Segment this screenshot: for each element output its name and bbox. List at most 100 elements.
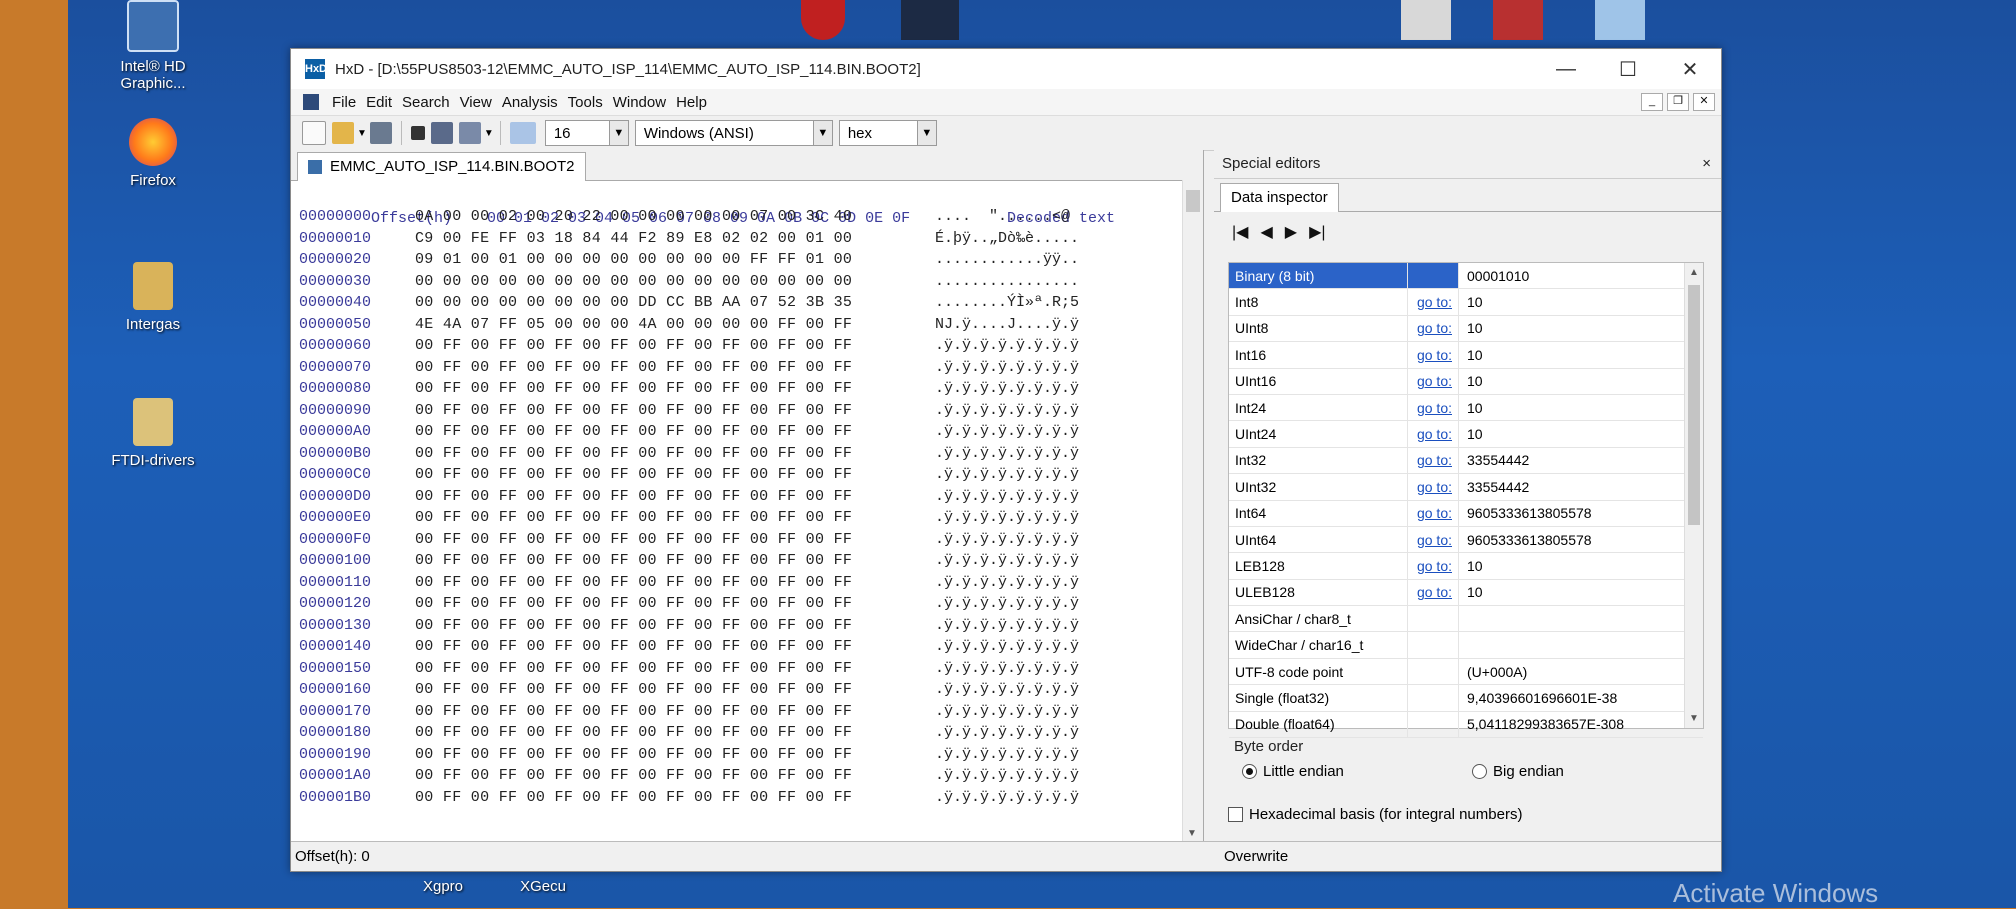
row-hex-bytes[interactable]: 00 FF 00 FF 00 FF 00 FF 00 FF 00 FF 00 F… bbox=[409, 701, 923, 723]
row-decoded-text[interactable]: .ÿ.ÿ.ÿ.ÿ.ÿ.ÿ.ÿ.ÿ bbox=[923, 357, 1079, 379]
inspector-row[interactable]: WideChar / char16_t bbox=[1229, 632, 1703, 659]
open-dropdown-icon[interactable]: ▼ bbox=[357, 128, 367, 139]
row-hex-bytes[interactable]: 00 FF 00 FF 00 FF 00 FF 00 FF 00 FF 00 F… bbox=[409, 679, 923, 701]
row-decoded-text[interactable]: .ÿ.ÿ.ÿ.ÿ.ÿ.ÿ.ÿ.ÿ bbox=[923, 593, 1079, 615]
goto-link[interactable]: go to: bbox=[1408, 289, 1459, 315]
row-hex-bytes[interactable]: 00 FF 00 FF 00 FF 00 FF 00 FF 00 FF 00 F… bbox=[409, 765, 923, 787]
inspector-value[interactable]: 10 bbox=[1459, 426, 1483, 442]
hex-row[interactable]: 000000F0 00 FF 00 FF 00 FF 00 FF 00 FF 00… bbox=[291, 529, 1183, 551]
inspector-row[interactable]: Double (float64) 5,04118299383657E-308 bbox=[1229, 711, 1703, 739]
goto-link[interactable]: go to: bbox=[1408, 368, 1459, 394]
scroll-up-icon[interactable]: ▲ bbox=[1689, 267, 1699, 278]
row-decoded-text[interactable]: .ÿ.ÿ.ÿ.ÿ.ÿ.ÿ.ÿ.ÿ bbox=[923, 464, 1079, 486]
inspector-value[interactable]: (U+000A) bbox=[1459, 664, 1527, 680]
maximize-button[interactable]: ☐ bbox=[1597, 57, 1659, 82]
row-decoded-text[interactable]: .ÿ.ÿ.ÿ.ÿ.ÿ.ÿ.ÿ.ÿ bbox=[923, 787, 1079, 809]
special-editors-close-button[interactable]: × bbox=[1702, 150, 1711, 178]
inspector-row[interactable]: UInt32 go to: 33554442 bbox=[1229, 474, 1703, 501]
hex-row[interactable]: 000000B0 00 FF 00 FF 00 FF 00 FF 00 FF 00… bbox=[291, 443, 1183, 465]
inspector-row[interactable]: UInt8 go to: 10 bbox=[1229, 315, 1703, 343]
antenna-app-icon[interactable] bbox=[801, 0, 845, 40]
hex-row[interactable]: 000000D0 00 FF 00 FF 00 FF 00 FF 00 FF 00… bbox=[291, 486, 1183, 508]
row-hex-bytes[interactable]: 00 FF 00 FF 00 FF 00 FF 00 FF 00 FF 00 F… bbox=[409, 572, 923, 594]
desktop-icon-xgecu[interactable]: XGecu bbox=[488, 878, 598, 895]
hex-scrollbar[interactable]: ▼ bbox=[1182, 180, 1203, 841]
row-decoded-text[interactable]: .ÿ.ÿ.ÿ.ÿ.ÿ.ÿ.ÿ.ÿ bbox=[923, 443, 1079, 465]
doc-minimize-button[interactable]: _ bbox=[1641, 93, 1663, 111]
row-decoded-text[interactable]: .ÿ.ÿ.ÿ.ÿ.ÿ.ÿ.ÿ.ÿ bbox=[923, 378, 1079, 400]
last-byte-icon[interactable]: ▶| bbox=[1309, 222, 1325, 242]
desktop-icon-firefox[interactable]: Firefox bbox=[98, 118, 208, 189]
hex-row[interactable]: 000000E0 00 FF 00 FF 00 FF 00 FF 00 FF 00… bbox=[291, 507, 1183, 529]
row-hex-bytes[interactable]: 00 FF 00 FF 00 FF 00 FF 00 FF 00 FF 00 F… bbox=[409, 400, 923, 422]
row-hex-bytes[interactable]: 00 00 00 00 00 00 00 00 DD CC BB AA 07 5… bbox=[409, 292, 923, 314]
inspector-value[interactable]: 10 bbox=[1459, 373, 1483, 389]
inspector-row[interactable]: UInt24 go to: 10 bbox=[1229, 421, 1703, 448]
inspector-row[interactable]: LEB128 go to: 10 bbox=[1229, 553, 1703, 580]
scrollbar-thumb[interactable] bbox=[1688, 285, 1700, 525]
chevron-down-icon[interactable]: ▼ bbox=[608, 121, 628, 145]
row-decoded-text[interactable]: .ÿ.ÿ.ÿ.ÿ.ÿ.ÿ.ÿ.ÿ bbox=[923, 421, 1079, 443]
inspector-row[interactable]: Int24 go to: 10 bbox=[1229, 394, 1703, 422]
hex-row[interactable]: 00000190 00 FF 00 FF 00 FF 00 FF 00 FF 00… bbox=[291, 744, 1183, 766]
row-decoded-text[interactable]: ........ÝÌ»ª.R;5 bbox=[923, 292, 1079, 314]
hex-row[interactable]: 00000020 09 01 00 01 00 00 00 00 00 00 00… bbox=[291, 249, 1183, 271]
row-hex-bytes[interactable]: 00 FF 00 FF 00 FF 00 FF 00 FF 00 FF 00 F… bbox=[409, 722, 923, 744]
row-hex-bytes[interactable]: 00 FF 00 FF 00 FF 00 FF 00 FF 00 FF 00 F… bbox=[409, 464, 923, 486]
row-hex-bytes[interactable]: 09 01 00 01 00 00 00 00 00 00 00 00 FF F… bbox=[409, 249, 923, 271]
inspector-value[interactable]: 33554442 bbox=[1459, 452, 1529, 468]
row-decoded-text[interactable]: .ÿ.ÿ.ÿ.ÿ.ÿ.ÿ.ÿ.ÿ bbox=[923, 572, 1079, 594]
hex-row[interactable]: 00000080 00 FF 00 FF 00 FF 00 FF 00 FF 00… bbox=[291, 378, 1183, 400]
row-hex-bytes[interactable]: 00 FF 00 FF 00 FF 00 FF 00 FF 00 FF 00 F… bbox=[409, 744, 923, 766]
row-decoded-text[interactable]: ................ bbox=[923, 271, 1079, 293]
inspector-row[interactable]: UTF-8 code point (U+000A) bbox=[1229, 658, 1703, 686]
status-mode[interactable]: Overwrite bbox=[1207, 848, 1288, 865]
row-hex-bytes[interactable]: C9 00 FE FF 03 18 84 44 F2 89 E8 02 02 0… bbox=[409, 228, 923, 250]
hex-view[interactable]: Offset(h) 00 01 02 03 04 05 06 07 08 09 0… bbox=[291, 180, 1183, 841]
row-decoded-text[interactable]: .ÿ.ÿ.ÿ.ÿ.ÿ.ÿ.ÿ.ÿ bbox=[923, 722, 1079, 744]
row-hex-bytes[interactable]: 00 FF 00 FF 00 FF 00 FF 00 FF 00 FF 00 F… bbox=[409, 486, 923, 508]
tab-data-inspector[interactable]: Data inspector bbox=[1220, 183, 1339, 212]
row-hex-bytes[interactable]: 0A 00 00 02 00 20 22 00 00 00 00 00 07 0… bbox=[409, 206, 923, 228]
hex-row[interactable]: 00000040 00 00 00 00 00 00 00 00 DD CC BB… bbox=[291, 292, 1183, 314]
row-hex-bytes[interactable]: 00 FF 00 FF 00 FF 00 FF 00 FF 00 FF 00 F… bbox=[409, 593, 923, 615]
desktop-icon-ftdi-drivers[interactable]: FTDI-drivers bbox=[98, 398, 208, 469]
hex-row[interactable]: 00000110 00 FF 00 FF 00 FF 00 FF 00 FF 00… bbox=[291, 572, 1183, 594]
app-shortcut-icon[interactable] bbox=[901, 0, 959, 40]
chevron-down-icon[interactable]: ▼ bbox=[812, 121, 832, 145]
menu-file[interactable]: File bbox=[327, 94, 361, 111]
disk-icon[interactable] bbox=[430, 122, 453, 144]
row-hex-bytes[interactable]: 00 FF 00 FF 00 FF 00 FF 00 FF 00 FF 00 F… bbox=[409, 421, 923, 443]
row-hex-bytes[interactable]: 00 FF 00 FF 00 FF 00 FF 00 FF 00 FF 00 F… bbox=[409, 658, 923, 680]
hex-row[interactable]: 00000010 C9 00 FE FF 03 18 84 44 F2 89 E8… bbox=[291, 228, 1183, 250]
row-decoded-text[interactable]: NJ.ÿ....J....ÿ.ÿ bbox=[923, 314, 1079, 336]
menu-view[interactable]: View bbox=[455, 94, 497, 111]
row-decoded-text[interactable]: .ÿ.ÿ.ÿ.ÿ.ÿ.ÿ.ÿ.ÿ bbox=[923, 636, 1079, 658]
hex-row[interactable]: 00000070 00 FF 00 FF 00 FF 00 FF 00 FF 00… bbox=[291, 357, 1183, 379]
hex-row[interactable]: 00000090 00 FF 00 FF 00 FF 00 FF 00 FF 00… bbox=[291, 400, 1183, 422]
doc-restore-button[interactable]: ❐ bbox=[1667, 93, 1689, 111]
scrollbar-thumb[interactable] bbox=[1186, 190, 1200, 212]
hex-row[interactable]: 00000180 00 FF 00 FF 00 FF 00 FF 00 FF 00… bbox=[291, 722, 1183, 744]
row-hex-bytes[interactable]: 00 FF 00 FF 00 FF 00 FF 00 FF 00 FF 00 F… bbox=[409, 357, 923, 379]
inspector-value[interactable]: 9605333613805578 bbox=[1459, 532, 1592, 548]
desktop-icon-xgpro[interactable]: Xgpro bbox=[388, 878, 498, 895]
menu-search[interactable]: Search bbox=[397, 94, 455, 111]
goto-link[interactable]: go to: bbox=[1408, 394, 1459, 421]
goto-link[interactable]: go to: bbox=[1408, 474, 1459, 500]
tool-shortcut-icon[interactable] bbox=[1401, 0, 1451, 40]
row-decoded-text[interactable]: .ÿ.ÿ.ÿ.ÿ.ÿ.ÿ.ÿ.ÿ bbox=[923, 658, 1079, 680]
row-decoded-text[interactable]: .ÿ.ÿ.ÿ.ÿ.ÿ.ÿ.ÿ.ÿ bbox=[923, 486, 1079, 508]
hex-row[interactable]: 00000060 00 FF 00 FF 00 FF 00 FF 00 FF 00… bbox=[291, 335, 1183, 357]
goto-link[interactable]: go to: bbox=[1408, 526, 1459, 553]
inspector-value[interactable]: 9605333613805578 bbox=[1459, 505, 1592, 521]
row-hex-bytes[interactable]: 00 FF 00 FF 00 FF 00 FF 00 FF 00 FF 00 F… bbox=[409, 507, 923, 529]
inspector-value[interactable]: 00001010 bbox=[1459, 268, 1529, 284]
little-endian-radio[interactable]: Little endian bbox=[1242, 763, 1472, 780]
row-decoded-text[interactable]: .ÿ.ÿ.ÿ.ÿ.ÿ.ÿ.ÿ.ÿ bbox=[923, 679, 1079, 701]
tools-dropdown-icon[interactable]: ▼ bbox=[484, 128, 494, 139]
menu-window[interactable]: Window bbox=[608, 94, 671, 111]
hex-row[interactable]: 00000150 00 FF 00 FF 00 FF 00 FF 00 FF 00… bbox=[291, 658, 1183, 680]
inspector-row[interactable]: Int32 go to: 33554442 bbox=[1229, 447, 1703, 475]
hex-row[interactable]: 000001A0 00 FF 00 FF 00 FF 00 FF 00 FF 00… bbox=[291, 765, 1183, 787]
